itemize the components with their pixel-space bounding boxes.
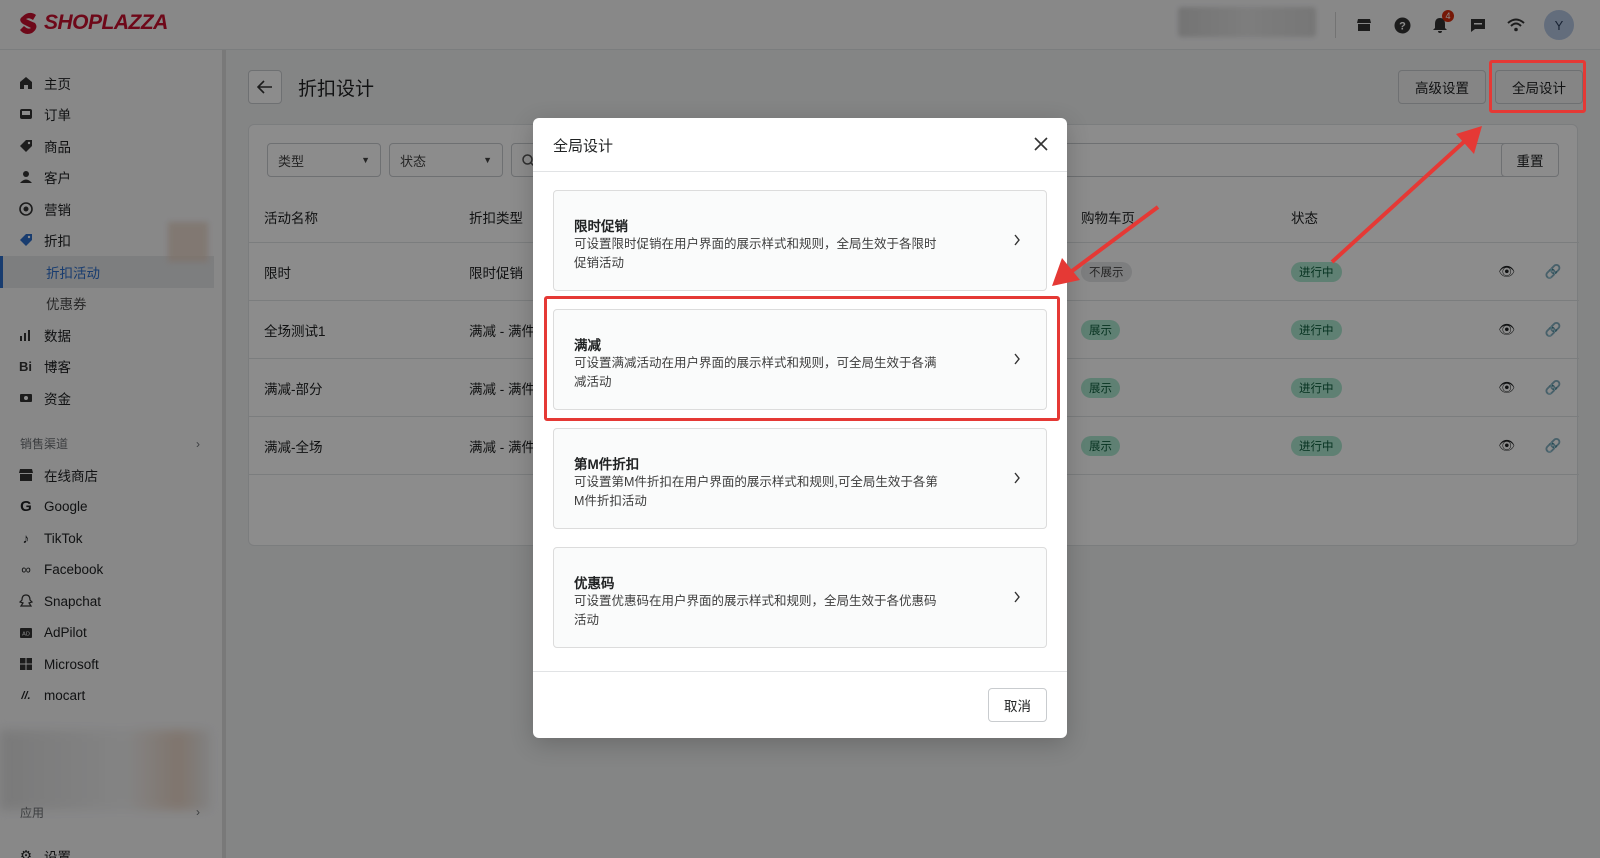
- option-title: 第M件折扣: [574, 457, 640, 472]
- modal-footer: 取消: [533, 671, 1067, 738]
- annotation-highlight-box: [1489, 60, 1586, 113]
- option-title: 限时促销: [574, 219, 628, 234]
- option-flash-sale[interactable]: 限时促销 可设置限时促销在用户界面的展示样式和规则，全局生效于各限时促销活动: [553, 190, 1047, 291]
- cancel-button[interactable]: 取消: [988, 688, 1047, 722]
- chevron-right-icon: [1010, 233, 1024, 247]
- annotation-highlight-box: [544, 296, 1060, 421]
- option-description: 可设置限时促销在用户界面的展示样式和规则，全局生效于各限时促销活动: [574, 237, 937, 270]
- chevron-right-icon: [1010, 590, 1024, 604]
- modal-header: 全局设计: [533, 118, 1067, 172]
- option-description: 可设置优惠码在用户界面的展示样式和规则，全局生效于各优惠码活动: [574, 594, 937, 627]
- chevron-right-icon: [1010, 471, 1024, 485]
- close-icon[interactable]: [1031, 134, 1051, 154]
- option-nth-item-discount[interactable]: 第M件折扣 可设置第M件折扣在用户界面的展示样式和规则,可全局生效于各第M件折扣…: [553, 428, 1047, 529]
- option-description: 可设置第M件折扣在用户界面的展示样式和规则,可全局生效于各第M件折扣活动: [574, 475, 938, 508]
- modal-title: 全局设计: [553, 138, 614, 155]
- option-coupon-code[interactable]: 优惠码 可设置优惠码在用户界面的展示样式和规则，全局生效于各优惠码活动: [553, 547, 1047, 648]
- option-title: 优惠码: [574, 576, 615, 591]
- global-design-modal: 全局设计 限时促销 可设置限时促销在用户界面的展示样式和规则，全局生效于各限时促…: [533, 118, 1067, 738]
